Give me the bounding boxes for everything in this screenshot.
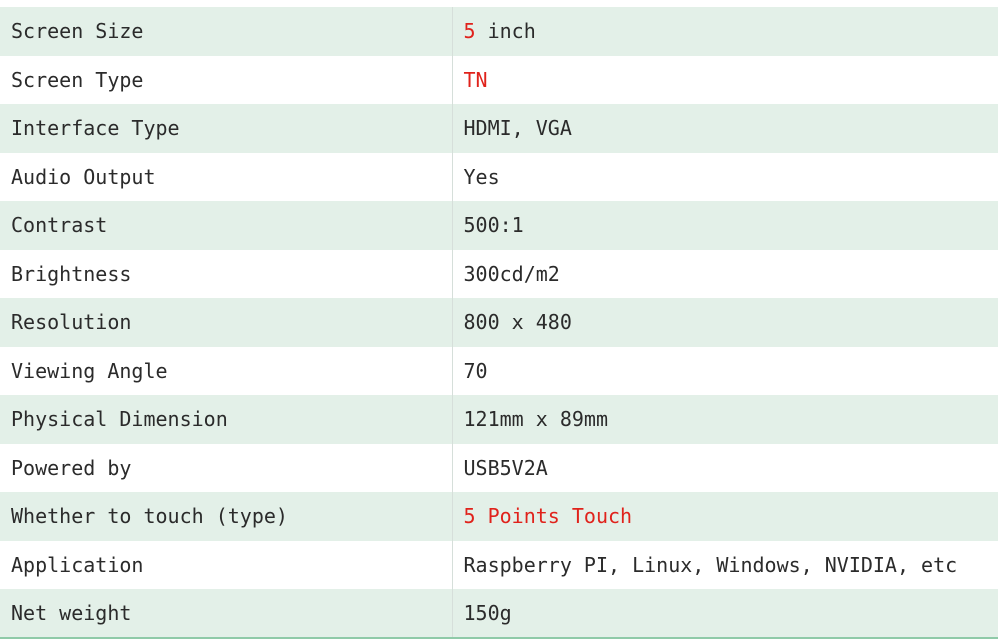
table-row: Brightness 300cd/m2: [0, 249, 998, 298]
spec-label: Viewing Angle: [0, 346, 453, 395]
spec-label: Audio Output: [0, 152, 453, 201]
table-row: Application Raspberry PI, Linux, Windows…: [0, 540, 998, 589]
spec-value-text: inch: [475, 19, 536, 44]
spec-label: Application: [0, 540, 453, 589]
spec-value: TN: [452, 55, 998, 104]
spec-value-highlight: 5 Points Touch: [463, 504, 633, 529]
table-row: Powered by USB5V2A: [0, 443, 998, 492]
spec-value-text: Raspberry PI, Linux, Windows, NVIDIA, et…: [463, 552, 958, 577]
spec-label: Resolution: [0, 298, 453, 347]
spec-value-text: 121mm x 89mm: [463, 407, 609, 432]
spec-value-text: 300cd/m2: [463, 261, 560, 286]
table-row: Viewing Angle 70: [0, 346, 998, 395]
spec-table: Screen Size 5 inch Screen Type TN Interf…: [0, 7, 998, 639]
spec-value-text: USB5V2A: [463, 455, 548, 480]
spec-value-text: HDMI, VGA: [463, 116, 572, 141]
spec-value: 5 Points Touch: [452, 492, 998, 541]
table-row: Audio Output Yes: [0, 152, 998, 201]
spec-value: 800 x 480: [452, 298, 998, 347]
spec-label: Contrast: [0, 201, 453, 250]
spec-value: 70: [452, 346, 998, 395]
spec-value-text: 800 x 480: [463, 310, 572, 335]
spec-label: Brightness: [0, 249, 453, 298]
spec-value-text: 500:1: [463, 213, 524, 238]
spec-label: Screen Type: [0, 55, 453, 104]
table-row: Screen Type TN: [0, 55, 998, 104]
spec-value: 500:1: [452, 201, 998, 250]
table-row: Interface Type HDMI, VGA: [0, 104, 998, 153]
spec-label: Screen Size: [0, 7, 453, 56]
spec-value: USB5V2A: [452, 443, 998, 492]
spec-value: 121mm x 89mm: [452, 395, 998, 444]
table-row: Screen Size 5 inch: [0, 7, 998, 56]
table-row: Net weight 150g: [0, 589, 998, 639]
spec-label: Interface Type: [0, 104, 453, 153]
spec-value: 150g: [452, 589, 998, 639]
spec-value: Raspberry PI, Linux, Windows, NVIDIA, et…: [452, 540, 998, 589]
spec-label: Whether to touch (type): [0, 492, 453, 541]
table-row: Whether to touch (type) 5 Points Touch: [0, 492, 998, 541]
spec-value-text: 70: [463, 358, 488, 383]
spec-value: HDMI, VGA: [452, 104, 998, 153]
spec-value: Yes: [452, 152, 998, 201]
spec-value: 300cd/m2: [452, 249, 998, 298]
table-row: Physical Dimension 121mm x 89mm: [0, 395, 998, 444]
spec-value: 5 inch: [452, 7, 998, 56]
table-row: Contrast 500:1: [0, 201, 998, 250]
spec-label: Powered by: [0, 443, 453, 492]
spec-value-text: Yes: [463, 164, 500, 189]
spec-value-highlight: TN: [463, 67, 488, 92]
spec-label: Net weight: [0, 589, 453, 639]
spec-label: Physical Dimension: [0, 395, 453, 444]
table-row: Resolution 800 x 480: [0, 298, 998, 347]
spec-value-text: 150g: [463, 600, 512, 625]
spec-value-highlight: 5: [463, 19, 476, 44]
